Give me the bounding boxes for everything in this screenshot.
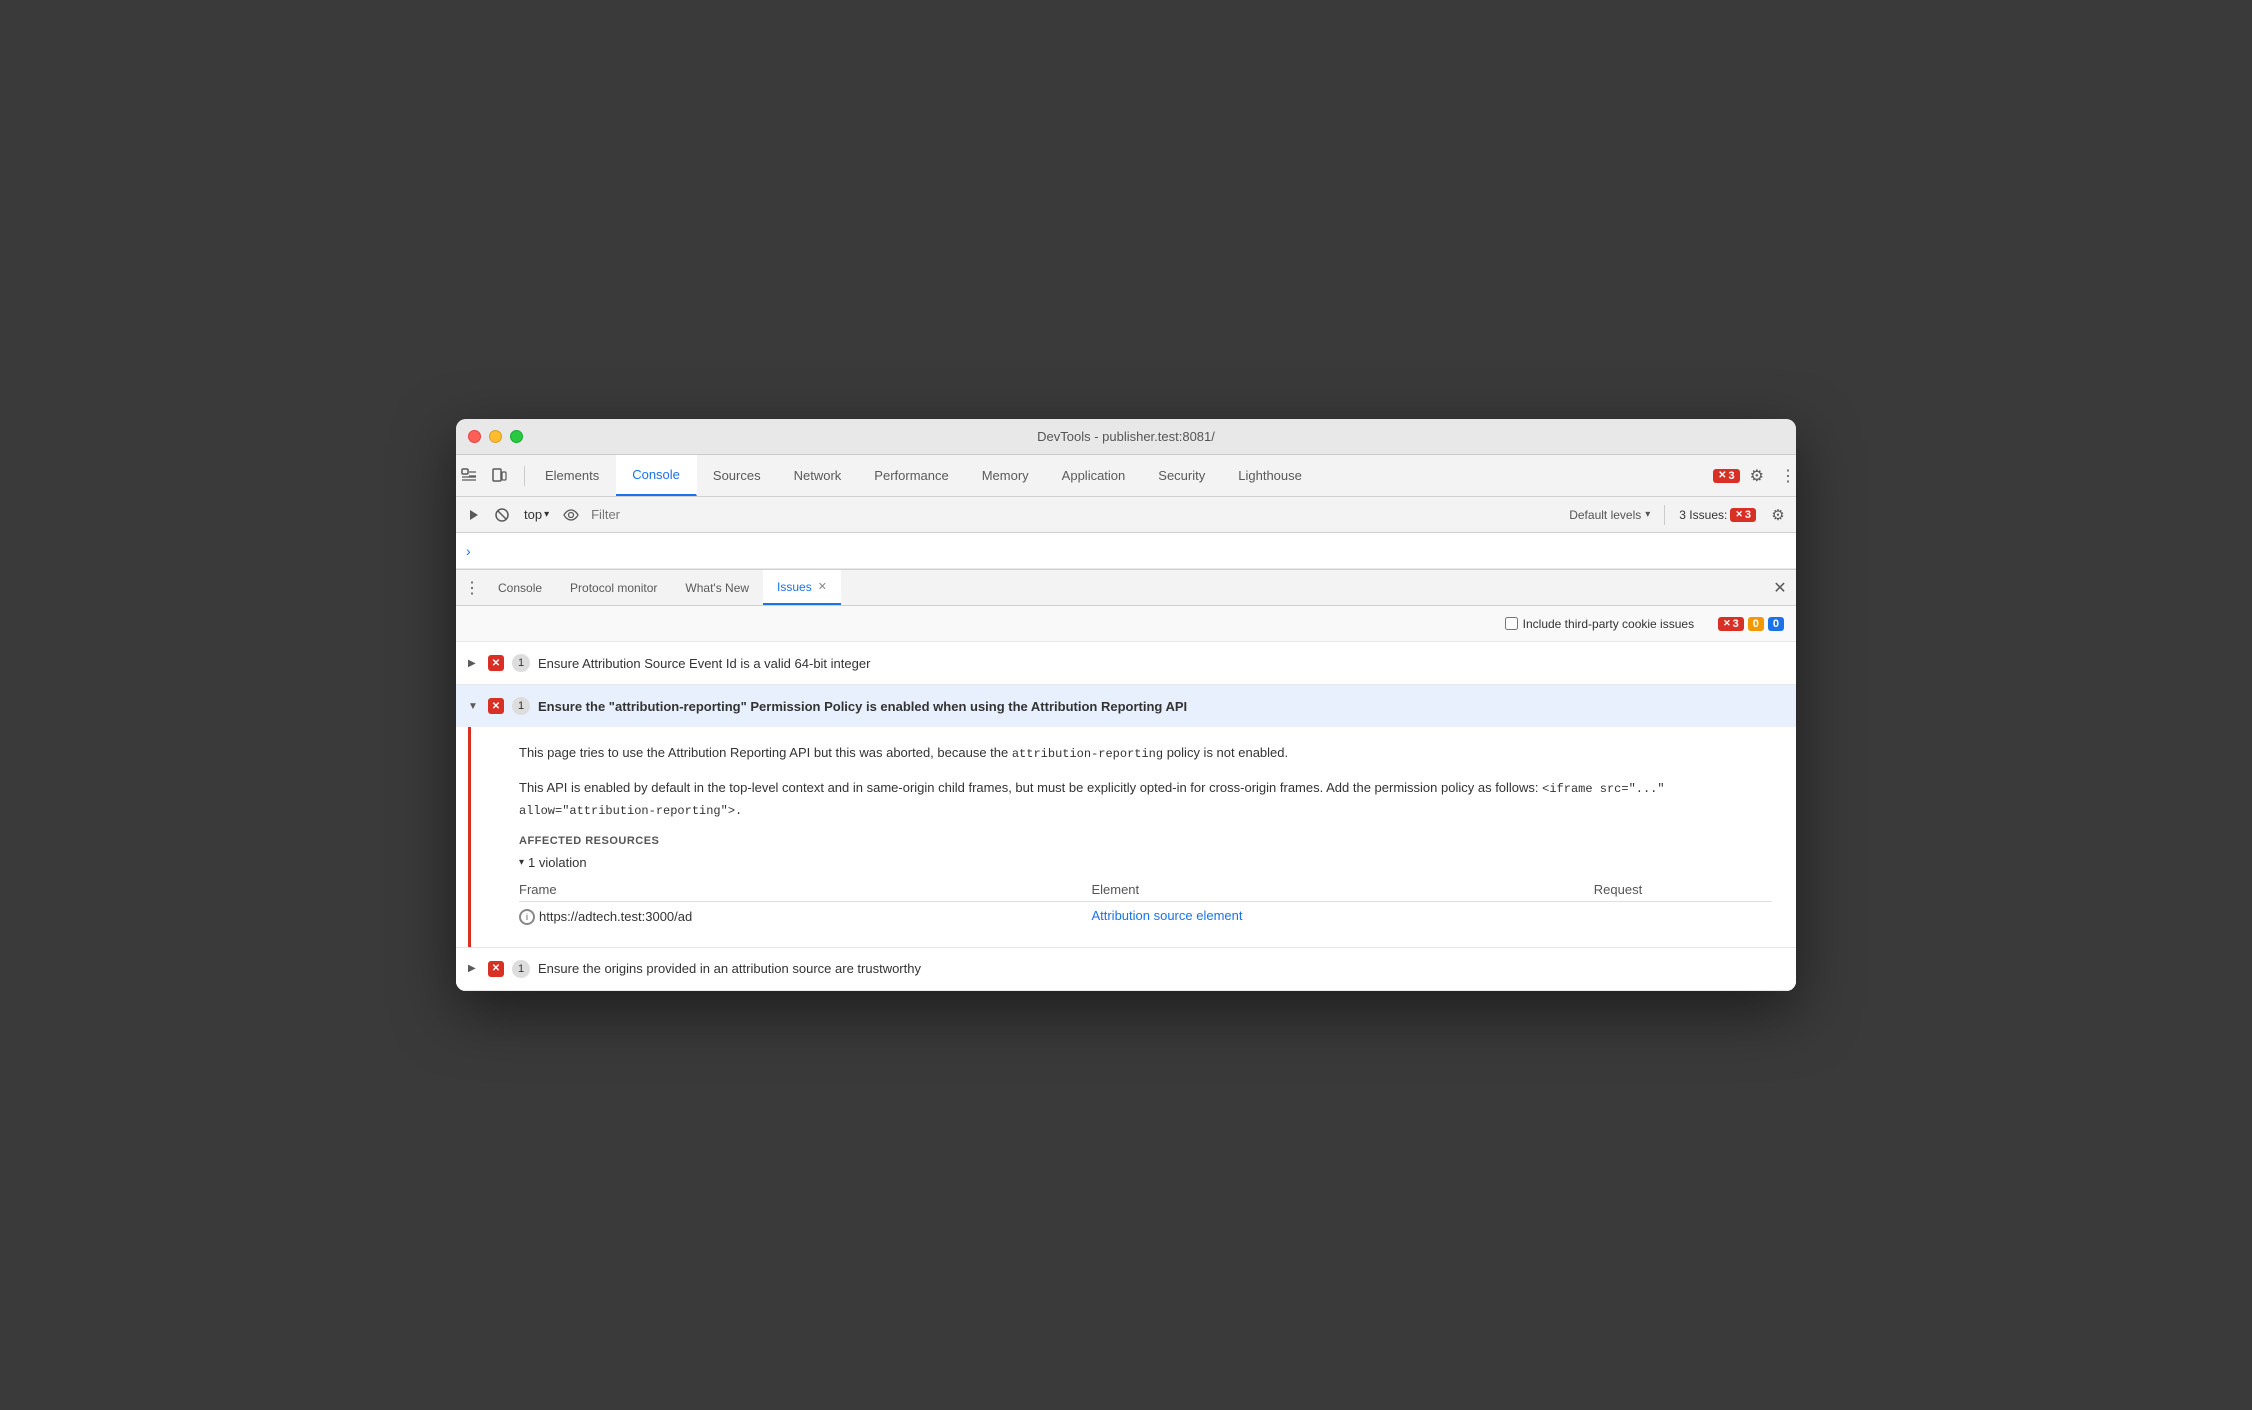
tab-sources[interactable]: Sources	[697, 455, 778, 496]
frame-url-cell: i https://adtech.test:3000/ad	[519, 901, 1091, 931]
issue-error-icon-3: ✕	[488, 961, 504, 977]
frame-icon: i https://adtech.test:3000/ad	[519, 909, 692, 925]
window-title: DevTools - publisher.test:8081/	[1037, 429, 1215, 444]
issues-error-badge: ✕ 3	[1718, 617, 1744, 631]
bottom-tab-issues[interactable]: Issues ✕	[763, 570, 841, 605]
issue-error-icon-1: ✕	[488, 655, 504, 671]
bottom-tabs-bar: ⋮ Console Protocol monitor What's New Is…	[456, 570, 1796, 606]
issue-item-3: ▶ ✕ 1 Ensure the origins provided in an …	[456, 948, 1796, 991]
chevron-down-icon: ▾	[544, 509, 549, 520]
title-bar: DevTools - publisher.test:8081/	[456, 419, 1796, 455]
bottom-tab-console[interactable]: Console	[484, 570, 556, 605]
settings-icon[interactable]: ⚙	[1750, 466, 1764, 486]
issue-expand-arrow-2: ▼	[468, 701, 480, 712]
bottom-panel-dots[interactable]: ⋮	[460, 570, 484, 606]
clear-console-icon[interactable]	[490, 503, 514, 527]
third-party-checkbox-label[interactable]: Include third-party cookie issues	[1505, 617, 1694, 631]
tab-elements[interactable]: Elements	[529, 455, 616, 496]
tab-lighthouse[interactable]: Lighthouse	[1222, 455, 1319, 496]
issue-desc-p1: This page tries to use the Attribution R…	[519, 743, 1772, 764]
close-bottom-panel-icon[interactable]: ✕	[1768, 570, 1792, 606]
frame-circle-icon: i	[519, 909, 535, 925]
tab-console[interactable]: Console	[616, 455, 697, 496]
issue-count-1: 1	[512, 654, 530, 672]
console-settings-icon[interactable]: ⚙	[1766, 503, 1790, 527]
col-header-element: Element	[1091, 878, 1593, 902]
resource-table: Frame Element Request	[519, 878, 1772, 931]
console-prompt-area: ›	[456, 533, 1796, 569]
issue-count-3: 1	[512, 960, 530, 978]
issues-badge[interactable]: 3 Issues: ✕ 3	[1673, 506, 1762, 524]
close-button[interactable]	[468, 430, 481, 443]
default-levels-dropdown[interactable]: Default levels ▾	[1563, 506, 1656, 524]
filter-input[interactable]	[587, 503, 1559, 527]
tab-performance[interactable]: Performance	[858, 455, 965, 496]
col-header-request: Request	[1594, 878, 1772, 902]
device-toolbar-icon[interactable]	[486, 463, 512, 489]
separator	[1664, 505, 1665, 525]
minimize-button[interactable]	[489, 430, 502, 443]
main-toolbar-icons	[456, 463, 512, 489]
devtools-body: Elements Console Sources Network Perform…	[456, 455, 1796, 991]
separator	[524, 466, 525, 486]
issue-collapse-arrow-3: ▶	[468, 963, 480, 974]
issues-filter-bar: Include third-party cookie issues ✕ 3 0 …	[456, 606, 1796, 642]
violation-toggle[interactable]: ▾ 1 violation	[519, 855, 1772, 870]
issue-desc-p2: This API is enabled by default in the to…	[519, 778, 1772, 820]
issues-count-badge[interactable]: ✕ 3	[1707, 469, 1746, 483]
maximize-button[interactable]	[510, 430, 523, 443]
issue-header-1[interactable]: ▶ ✕ 1 Ensure Attribution Source Event Id…	[456, 642, 1796, 684]
attribution-source-link[interactable]: Attribution source element	[1091, 908, 1242, 923]
chevron-right-icon: ›	[466, 543, 471, 559]
top-right-toolbar: ✕ 3 ⚙ ⋮	[1707, 466, 1796, 486]
eye-icon[interactable]	[559, 503, 583, 527]
issue-item-2: ▼ ✕ 1 Ensure the "attribution-reporting"…	[456, 685, 1796, 948]
issue-title-1: Ensure Attribution Source Event Id is a …	[538, 656, 870, 671]
chevron-down-icon: ▾	[1645, 509, 1650, 520]
bottom-panel: ⋮ Console Protocol monitor What's New Is…	[456, 569, 1796, 991]
error-badge: ✕ 3	[1713, 469, 1740, 483]
error-count-badge: ✕ 3	[1730, 508, 1756, 522]
issue-body-2: This page tries to use the Attribution R…	[468, 727, 1796, 947]
issues-warning-badge: 0	[1748, 617, 1764, 631]
traffic-lights	[468, 430, 523, 443]
col-header-frame: Frame	[519, 878, 1091, 902]
issue-title-3: Ensure the origins provided in an attrib…	[538, 961, 921, 976]
more-options-icon[interactable]: ⋮	[1780, 466, 1796, 486]
issue-header-2[interactable]: ▼ ✕ 1 Ensure the "attribution-reporting"…	[456, 685, 1796, 727]
top-context-dropdown[interactable]: top ▾	[518, 505, 555, 524]
tab-security[interactable]: Security	[1142, 455, 1222, 496]
console-toolbar: top ▾ Default levels ▾ 3 Issues: ✕ 3	[456, 497, 1796, 533]
devtools-window: DevTools - publisher.test:8081/	[456, 419, 1796, 991]
element-cell: Attribution source element	[1091, 901, 1593, 931]
affected-title: AFFECTED RESOURCES	[519, 835, 1772, 847]
tab-network[interactable]: Network	[778, 455, 859, 496]
bottom-tab-whats-new[interactable]: What's New	[671, 570, 763, 605]
request-cell	[1594, 901, 1772, 931]
issue-item-1: ▶ ✕ 1 Ensure Attribution Source Event Id…	[456, 642, 1796, 685]
issues-panel: Include third-party cookie issues ✕ 3 0 …	[456, 606, 1796, 991]
main-nav-tabs: Elements Console Sources Network Perform…	[456, 455, 1796, 497]
violation-arrow-icon: ▾	[519, 857, 524, 868]
third-party-checkbox[interactable]	[1505, 617, 1518, 630]
affected-resources: AFFECTED RESOURCES ▾ 1 violation Frame E…	[519, 835, 1772, 931]
table-row: i https://adtech.test:3000/ad Attributio…	[519, 901, 1772, 931]
issue-title-2: Ensure the "attribution-reporting" Permi…	[538, 699, 1187, 714]
close-issues-tab-icon[interactable]: ✕	[818, 580, 827, 593]
tab-application[interactable]: Application	[1046, 455, 1143, 496]
issues-count-bar: ✕ 3 0 0	[1718, 617, 1784, 631]
bottom-tab-protocol-monitor[interactable]: Protocol monitor	[556, 570, 671, 605]
issue-error-icon-2: ✕	[488, 698, 504, 714]
issues-info-badge: 0	[1768, 617, 1784, 631]
tab-memory[interactable]: Memory	[966, 455, 1046, 496]
inspect-icon[interactable]	[456, 463, 482, 489]
issue-count-2: 1	[512, 697, 530, 715]
issue-header-3[interactable]: ▶ ✕ 1 Ensure the origins provided in an …	[456, 948, 1796, 990]
execute-icon[interactable]	[462, 503, 486, 527]
issue-collapse-arrow-1: ▶	[468, 658, 480, 669]
